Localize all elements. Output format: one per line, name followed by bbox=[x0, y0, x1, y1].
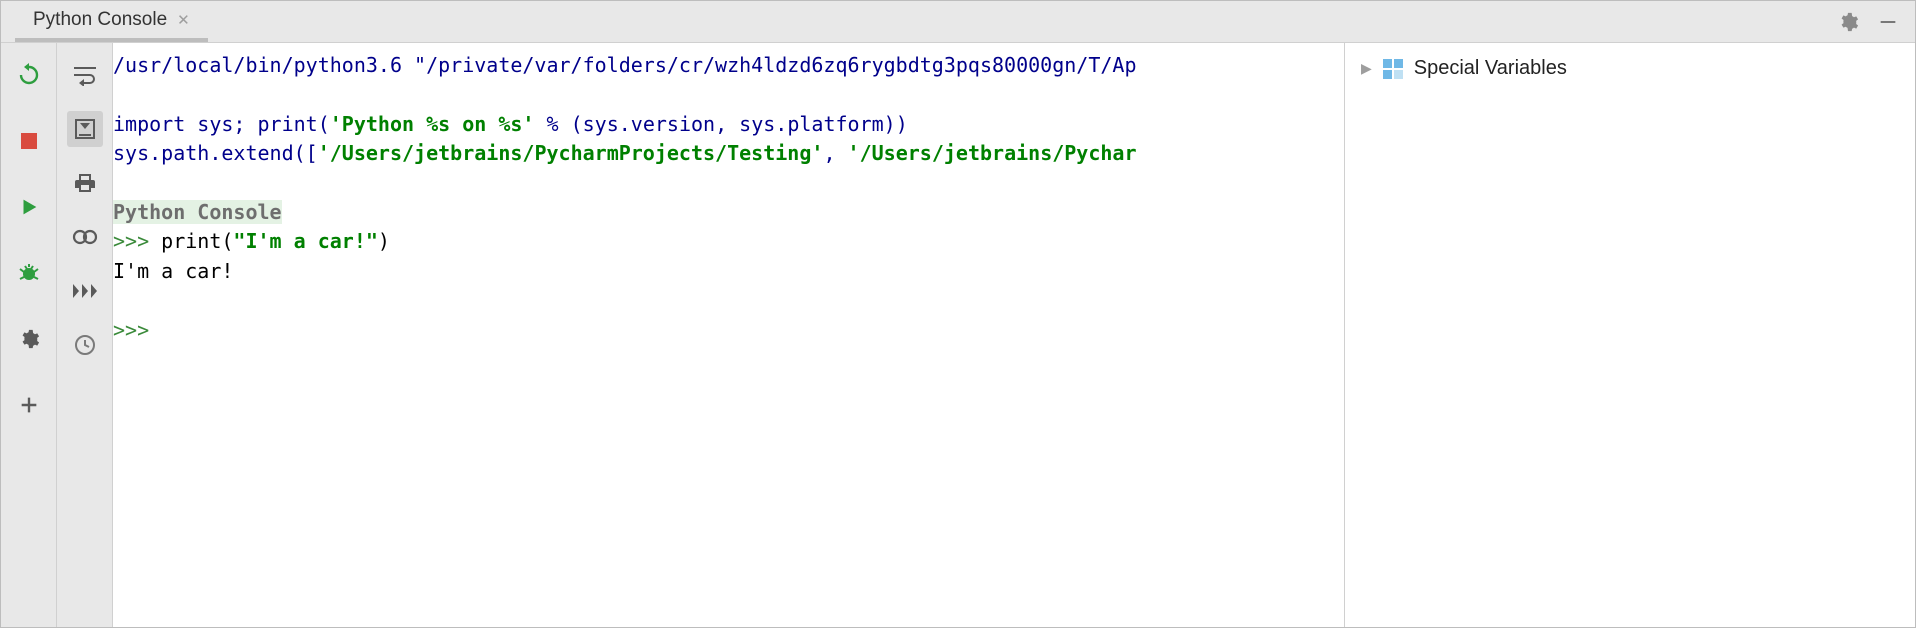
chevron-right-icon[interactable]: ▶ bbox=[1361, 60, 1372, 77]
console-line: sys.path.extend(['/Users/jetbrains/Pycha… bbox=[113, 141, 1137, 165]
console-heading: Python Console bbox=[113, 200, 282, 224]
console-line: >>> print("I'm a car!") bbox=[113, 229, 390, 253]
scroll-to-end-button[interactable] bbox=[67, 111, 103, 147]
print-button[interactable] bbox=[67, 165, 103, 201]
tab-python-console[interactable]: Python Console ✕ bbox=[15, 1, 208, 42]
stop-button[interactable] bbox=[11, 123, 47, 159]
console-editor[interactable]: /usr/local/bin/python3.6 "/private/var/f… bbox=[113, 43, 1345, 627]
tab-label: Python Console bbox=[33, 9, 167, 31]
settings-button[interactable] bbox=[11, 321, 47, 357]
python-console-tool-window: Python Console ✕ bbox=[0, 0, 1916, 628]
close-icon[interactable]: ✕ bbox=[177, 11, 190, 29]
gear-icon[interactable] bbox=[1835, 9, 1861, 35]
primary-toolbar bbox=[1, 43, 57, 627]
special-variables-row[interactable]: ▶ Special Variables bbox=[1361, 57, 1899, 80]
console-line: import sys; print('Python %s on %s' % (s… bbox=[113, 112, 908, 136]
history-button[interactable] bbox=[67, 327, 103, 363]
minimize-icon[interactable] bbox=[1875, 9, 1901, 35]
interpreter-path: /usr/local/bin/python3.6 "/private/var/f… bbox=[113, 53, 1137, 77]
console-prompt[interactable]: >>> bbox=[113, 318, 161, 342]
console-output: I'm a car! bbox=[113, 259, 233, 283]
show-variables-button[interactable] bbox=[67, 219, 103, 255]
new-console-button[interactable] bbox=[11, 387, 47, 423]
variables-group-icon bbox=[1382, 58, 1404, 80]
tab-bar: Python Console ✕ bbox=[1, 1, 1915, 43]
soft-wrap-button[interactable] bbox=[67, 57, 103, 93]
main-area: /usr/local/bin/python3.6 "/private/var/f… bbox=[1, 43, 1915, 627]
debug-button[interactable] bbox=[11, 255, 47, 291]
rerun-button[interactable] bbox=[11, 57, 47, 93]
secondary-toolbar bbox=[57, 43, 113, 627]
run-button[interactable] bbox=[11, 189, 47, 225]
show-queue-button[interactable] bbox=[67, 273, 103, 309]
variables-panel: ▶ Special Variables bbox=[1345, 43, 1915, 627]
variables-label: Special Variables bbox=[1414, 57, 1567, 80]
